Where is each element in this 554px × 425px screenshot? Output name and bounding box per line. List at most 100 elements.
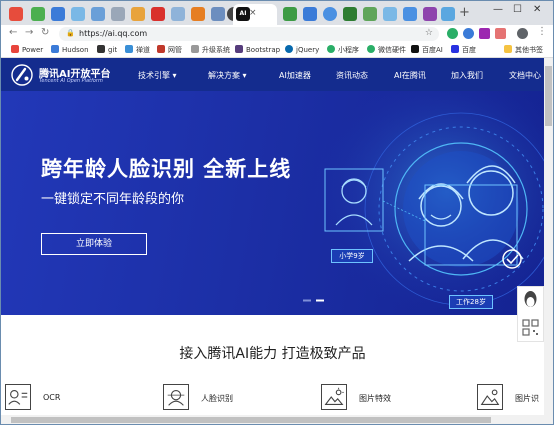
maximize-icon[interactable]: ☐ [513,4,522,15]
vertical-scroll-thumb[interactable] [545,66,552,126]
bookmark-item[interactable]: 微信硬件 [367,44,406,56]
extension-icon[interactable] [495,28,506,39]
tab-favicon[interactable] [211,7,225,21]
tab-favicon[interactable] [131,7,145,21]
extension-icon[interactable] [479,28,490,39]
close-window-icon[interactable]: ✕ [533,4,541,15]
browser-window: AI × + — ☐ ✕ ← → ↻ 🔒 https://ai.qq.com ☆… [0,0,554,425]
bookmark-icon [367,45,375,53]
bookmark-folder[interactable]: 其他书签 [504,44,543,56]
tab-favicon[interactable] [71,7,85,21]
hero-banner[interactable]: 跨年龄人脸识别 全新上线 一键锁定不同年龄段的你 立即体验 小学9岁 工作28岁 [1,91,544,315]
bookmark-item[interactable]: 升级系统 [191,44,230,56]
close-tab-icon[interactable]: × [249,8,257,18]
carousel-indicator[interactable] [303,299,327,302]
bookmark-star-icon[interactable]: ☆ [425,28,433,38]
bookmark-item[interactable]: jQuery [285,44,319,56]
nav-tech-engine[interactable]: 技术引擎 ▾ [138,70,177,81]
bookmark-item[interactable]: 禅道 [125,44,150,56]
try-now-button[interactable]: 立即体验 [41,233,147,255]
site-subtitle: Tencent AI Open Platform [39,78,103,84]
tab-favicon[interactable] [343,7,357,21]
forward-icon[interactable]: → [25,27,33,38]
tab-favicon[interactable] [283,7,297,21]
bookmark-item[interactable]: git [97,44,117,56]
tab-favicon[interactable] [323,7,337,21]
ocr-icon [5,384,31,410]
tab-favicon[interactable] [111,7,125,21]
profile-icon[interactable] [517,28,528,39]
bookmark-item[interactable]: Bootstrap [235,44,280,56]
extension-icon[interactable] [463,28,474,39]
tencent-ai-logo-icon[interactable] [11,64,33,86]
vertical-scrollbar[interactable] [544,58,553,424]
horizontal-scrollbar[interactable] [1,415,544,424]
section-slogan: 接入腾讯AI能力 打造极致产品 [179,346,366,362]
bookmark-icon [411,45,419,53]
hero-subtitle: 一键锁定不同年龄段的你 [41,192,185,207]
bookmark-icon [11,45,19,53]
nav-ai-at-tencent[interactable]: AI在腾讯 [394,70,426,81]
tab-active[interactable]: AI × [233,4,277,25]
bookmark-icon [157,45,165,53]
lock-icon: 🔒 [66,29,75,37]
folder-icon [504,45,512,53]
hero-title: 跨年龄人脸识别 全新上线 [41,157,292,181]
menu-kebab-icon[interactable]: ⋮ [537,26,547,37]
bookmark-icon [327,45,335,53]
bookmark-item[interactable]: 百度 [451,44,476,56]
horizontal-scroll-thumb[interactable] [11,417,491,423]
new-tab-button[interactable]: + [459,5,470,21]
tab-favicon[interactable] [9,7,23,21]
tab-favicon[interactable] [91,7,105,21]
site-header: 腾讯AI开放平台 Tencent AI Open Platform 技术引擎 ▾… [1,58,544,91]
toolbar: ← → ↻ 🔒 https://ai.qq.com ☆ ⋮ [1,25,553,44]
page-viewport: 腾讯AI开放平台 Tencent AI Open Platform 技术引擎 ▾… [1,58,544,424]
bookmark-icon [125,45,133,53]
bookmark-item[interactable]: 小程序 [327,44,359,56]
nav-news[interactable]: 资讯动态 [336,70,368,81]
address-bar[interactable]: 🔒 https://ai.qq.com ☆ [59,27,439,41]
reload-icon[interactable]: ↻ [41,27,49,38]
tab-favicon[interactable] [151,7,165,21]
bookmark-icon [97,45,105,53]
nav-docs[interactable]: 文档中心 [509,70,541,81]
image-recognition-icon [477,384,503,410]
extension-icon[interactable] [447,28,458,39]
tab-favicon[interactable] [441,7,455,21]
tab-favicon[interactable] [363,7,377,21]
tab-favicon[interactable] [383,7,397,21]
back-icon[interactable]: ← [9,27,17,38]
tab-favicon[interactable] [423,7,437,21]
tab-favicon[interactable] [31,7,45,21]
minimize-icon[interactable]: — [493,4,503,15]
tab-favicon[interactable] [191,7,205,21]
tab-favicon[interactable] [403,7,417,21]
product-label: 人脸识别 [201,394,233,403]
qq-penguin-icon[interactable] [518,287,543,313]
tab-favicon[interactable] [51,7,65,21]
bookmark-icon [451,45,459,53]
product-label: OCR [43,393,61,402]
face-recognition-illustration [301,91,544,315]
bookmarks-bar: Power Hudson git 禅道 网管 升级系统 Bootstrap jQ… [1,43,553,58]
qr-code-icon[interactable] [518,315,543,341]
face-icon [163,384,189,410]
bookmark-item[interactable]: 网管 [157,44,182,56]
nav-solutions[interactable]: 解决方案 ▾ [208,70,247,81]
bookmark-item[interactable]: Hudson [51,44,89,56]
tab-favicon[interactable] [303,7,317,21]
bookmark-icon [285,45,293,53]
bookmark-icon [51,45,59,53]
ai-favicon-icon: AI [236,7,250,21]
age-tag-child: 小学9岁 [331,249,373,263]
bookmark-item[interactable]: Power [11,44,43,56]
age-tag-adult: 工作28岁 [449,295,493,309]
tab-favicon[interactable] [171,7,185,21]
url-text[interactable]: https://ai.qq.com [79,29,147,38]
nav-join-us[interactable]: 加入我们 [451,70,483,81]
bookmark-icon [191,45,199,53]
image-effects-icon [321,384,347,410]
nav-ai-accelerator[interactable]: AI加速器 [279,70,311,81]
bookmark-item[interactable]: 百度AI [411,44,443,56]
